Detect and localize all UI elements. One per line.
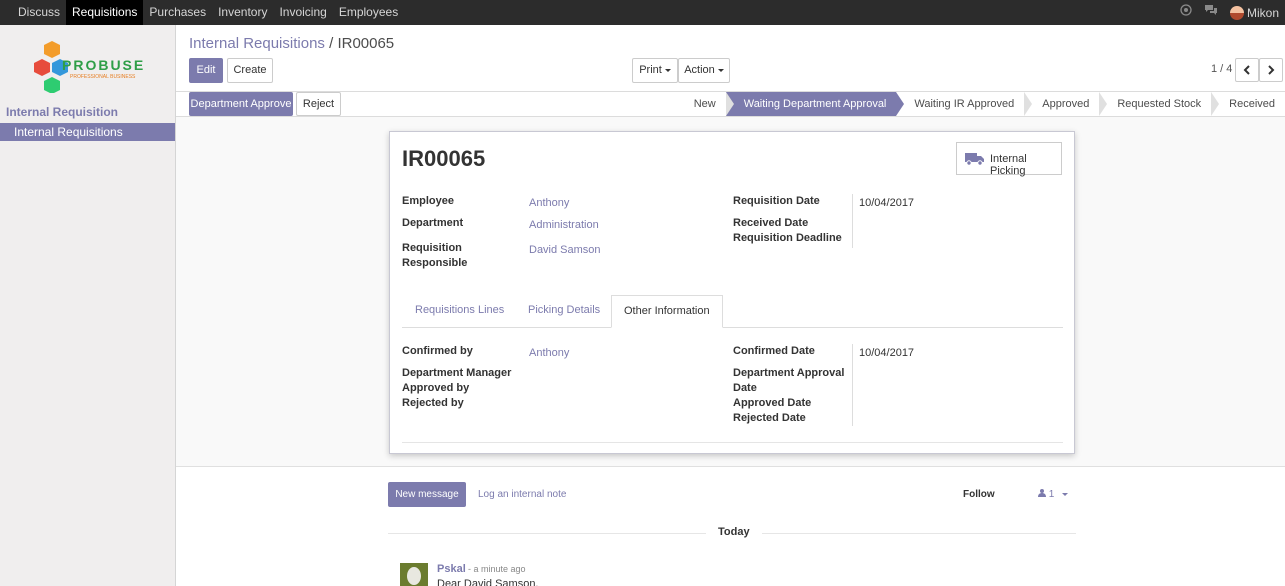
chevron-right-icon: [1268, 65, 1275, 75]
activity-icon[interactable]: [1180, 0, 1192, 25]
follow-button[interactable]: Follow: [963, 489, 995, 500]
sidebar: PROBUSE PROFESSIONAL BUSINESS Internal R…: [0, 25, 176, 586]
received-date-label: Received Date: [733, 217, 809, 229]
chevron-left-icon: [1243, 65, 1250, 75]
menu-purchases[interactable]: Purchases: [143, 0, 212, 25]
status-steps: New Waiting Department Approval Waiting …: [675, 92, 1285, 116]
field-divider: [852, 194, 853, 248]
message-body: Dear David Samson,: [437, 578, 539, 586]
caret-down-icon: [717, 68, 724, 72]
requisition-deadline-label: Requisition Deadline: [733, 232, 842, 244]
menu-requisitions[interactable]: Requisitions: [66, 0, 144, 25]
tab-picking-details[interactable]: Picking Details: [516, 295, 612, 328]
confirmed-date-label: Confirmed Date: [733, 345, 815, 357]
divider: [402, 442, 1063, 443]
status-step-requested-stock[interactable]: Requested Stock: [1099, 92, 1219, 116]
reject-button[interactable]: Reject: [296, 92, 341, 116]
form-statusbar: Department Approve Reject New Waiting De…: [176, 91, 1285, 117]
breadcrumb-separator: /: [329, 35, 334, 52]
internal-picking-button[interactable]: Internal Picking: [956, 142, 1062, 177]
department-manager-label-line1: Department Manager: [402, 367, 512, 379]
status-step-waiting-ir-approved[interactable]: Waiting IR Approved: [896, 92, 1033, 116]
confirmed-by-label: Confirmed by: [402, 345, 473, 357]
department-value[interactable]: Administration: [529, 219, 599, 231]
responsible-label-line1: Requisition: [402, 242, 462, 254]
svg-text:PROBUSE: PROBUSE: [62, 57, 144, 73]
message-author-avatar[interactable]: [400, 563, 428, 586]
user-avatar: [1229, 5, 1244, 20]
breadcrumb-parent[interactable]: Internal Requisitions: [189, 35, 325, 52]
employee-value[interactable]: Anthony: [529, 197, 569, 209]
tab-other-information[interactable]: Other Information: [611, 295, 723, 328]
department-label: Department: [402, 217, 464, 229]
status-step-waiting-department-approval[interactable]: Waiting Department Approval: [725, 92, 905, 116]
breadcrumb-current: IR00065: [337, 35, 395, 52]
main-menu: Discuss Requisitions Purchases Inventory…: [12, 0, 404, 25]
message-author[interactable]: Pskal: [437, 563, 466, 575]
user-name: Mikon: [1246, 5, 1279, 20]
rejected-date-label: Rejected Date: [733, 412, 806, 424]
caret-down-icon: [1062, 492, 1069, 496]
approved-date-label: Approved Date: [733, 397, 812, 409]
requisition-date-label: Requisition Date: [733, 195, 820, 207]
status-step-new[interactable]: New: [675, 92, 734, 116]
action-dropdown[interactable]: Action: [678, 58, 730, 83]
new-message-button[interactable]: New message: [388, 482, 466, 507]
print-dropdown[interactable]: Print: [632, 58, 678, 83]
followers-dropdown[interactable]: 1: [1038, 489, 1069, 500]
pager-previous-button[interactable]: [1235, 58, 1259, 82]
edit-button[interactable]: Edit: [189, 58, 223, 83]
status-step-received[interactable]: Received: [1211, 92, 1285, 116]
responsible-label-line2: Responsible: [402, 257, 468, 269]
internal-picking-label: Internal Picking: [990, 153, 1027, 177]
action-label: Action: [684, 64, 715, 76]
sidebar-section-title: Internal Requisition: [6, 105, 119, 119]
department-approval-date-label-line1: Department Approval: [733, 367, 845, 379]
rejected-by-label: Rejected by: [402, 397, 464, 409]
pager-next-button[interactable]: [1259, 58, 1283, 82]
responsible-value[interactable]: David Samson: [529, 244, 601, 256]
status-step-approved[interactable]: Approved: [1024, 92, 1108, 116]
followers-count: 1: [1048, 489, 1055, 500]
department-manager-label-line2: Approved by: [402, 382, 470, 394]
company-logo: PROBUSE PROFESSIONAL BUSINESS: [34, 41, 144, 93]
menu-discuss[interactable]: Discuss: [12, 0, 66, 25]
user-menu[interactable]: Mikon: [1229, 5, 1279, 20]
top-navbar: Discuss Requisitions Purchases Inventory…: [0, 0, 1285, 25]
confirmed-date-value[interactable]: 10/04/2017: [859, 347, 914, 359]
create-button[interactable]: Create: [227, 58, 273, 83]
user-icon: [1038, 489, 1046, 497]
log-note-link[interactable]: Log an internal note: [478, 489, 566, 500]
caret-down-icon: [664, 68, 671, 72]
notebook-tabs: Requisitions Lines Picking Details Other…: [402, 295, 1063, 328]
employee-label: Employee: [402, 195, 454, 207]
svg-text:PROFESSIONAL BUSINESS: PROFESSIONAL BUSINESS: [70, 74, 136, 80]
tab-requisitions-lines[interactable]: Requisitions Lines: [403, 295, 516, 328]
breadcrumb: Internal Requisitions / IR00065: [189, 35, 394, 52]
field-divider: [852, 344, 853, 426]
message-time: - a minute ago: [468, 564, 526, 574]
systray: Mikon: [1180, 0, 1285, 25]
sidebar-item-internal-requisitions[interactable]: Internal Requisitions: [0, 123, 175, 141]
truck-icon: [965, 153, 984, 166]
confirmed-by-value[interactable]: Anthony: [529, 347, 569, 359]
menu-employees[interactable]: Employees: [333, 0, 404, 25]
chat-icon[interactable]: [1204, 0, 1218, 25]
department-approval-date-label-line2: Date: [733, 382, 757, 394]
menu-invoicing[interactable]: Invoicing: [273, 0, 332, 25]
department-approve-button[interactable]: Department Approve: [189, 92, 293, 116]
record-title: IR00065: [402, 146, 486, 171]
requisition-date-value[interactable]: 10/04/2017: [859, 197, 914, 209]
form-sheet: IR00065 Internal Picking Employee Anthon…: [389, 131, 1075, 454]
print-label: Print: [639, 64, 662, 76]
date-separator-label: Today: [706, 526, 762, 538]
menu-inventory[interactable]: Inventory: [212, 0, 273, 25]
pager-value: 1 / 4: [1211, 63, 1233, 75]
